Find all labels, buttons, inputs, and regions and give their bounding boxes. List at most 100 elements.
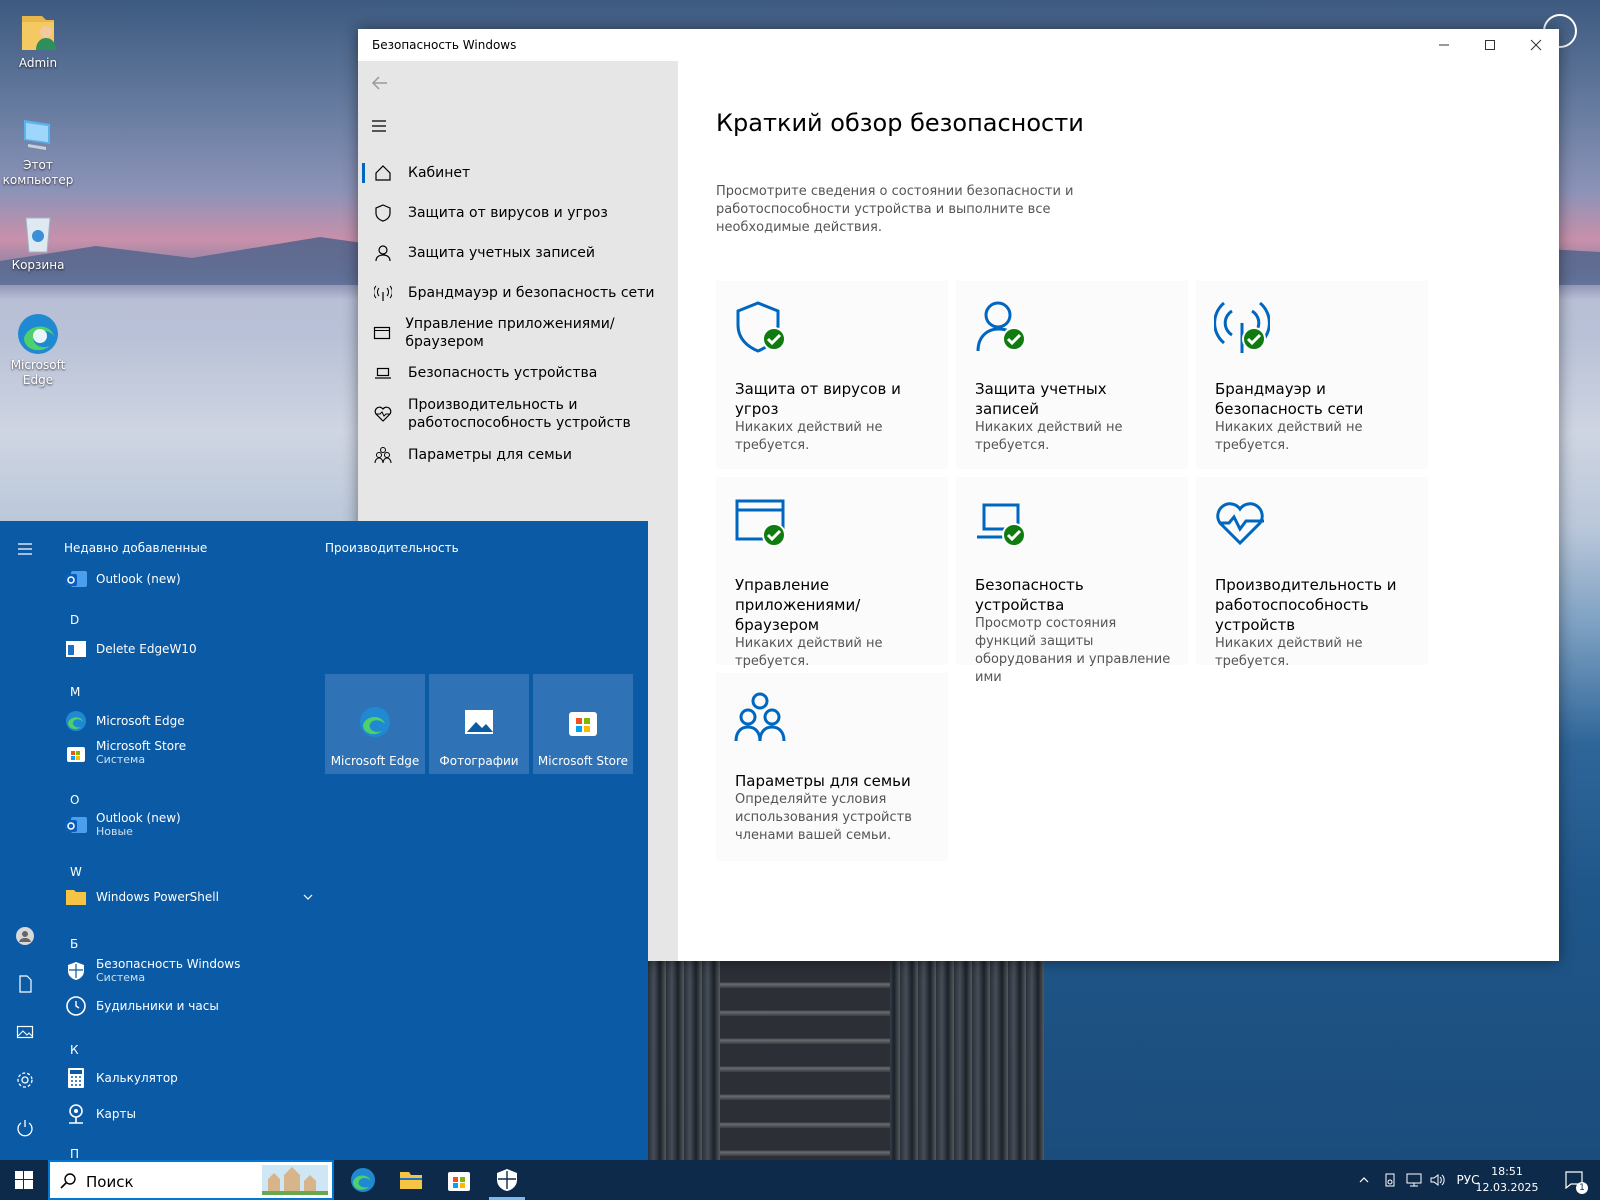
- card-desc: Никаких действий не требуется.: [975, 420, 1123, 453]
- taskbar-edge[interactable]: [339, 1160, 387, 1200]
- letter-header[interactable]: W: [70, 865, 82, 879]
- app-outlook-new-recent[interactable]: Outlook (new): [64, 563, 304, 595]
- card-desc: Никаких действий не требуется.: [1215, 636, 1363, 669]
- maximize-button[interactable]: [1467, 29, 1513, 61]
- network-icon: [1406, 1173, 1422, 1187]
- taskbar-clock[interactable]: 18:51 12.03.2025: [1474, 1164, 1540, 1196]
- tiles-group-header[interactable]: Производительность: [325, 541, 459, 555]
- letter-header[interactable]: M: [70, 685, 80, 699]
- outlook-icon: [64, 567, 88, 591]
- card-account-protection[interactable]: Защита учетных записей Никаких действий …: [956, 281, 1188, 469]
- hamburger-icon: [18, 543, 32, 555]
- card-title: Защита учетных записей: [975, 380, 1107, 418]
- folder-icon: [64, 885, 88, 909]
- title-bar[interactable]: Безопасность Windows: [358, 29, 1559, 61]
- tile-microsoft-edge[interactable]: Microsoft Edge: [325, 674, 425, 774]
- back-button[interactable]: [370, 73, 394, 97]
- app-maps[interactable]: Карты: [64, 1098, 304, 1130]
- nav-item-label: Параметры для семьи: [408, 447, 573, 463]
- map-pin-icon: [64, 1102, 88, 1126]
- person-icon: [358, 244, 408, 262]
- app-microsoft-edge[interactable]: Microsoft Edge: [64, 705, 304, 737]
- notification-center-button[interactable]: 1: [1554, 1160, 1594, 1200]
- nav-item-device-performance[interactable]: Производительность и работоспособность у…: [358, 393, 678, 435]
- start-rail: [0, 521, 50, 1161]
- tile-photos[interactable]: Фотографии: [429, 674, 529, 774]
- desktop-icon-edge[interactable]: Microsoft Edge: [0, 312, 76, 388]
- letter-header[interactable]: Б: [70, 937, 78, 951]
- app-calculator[interactable]: Калькулятор: [64, 1062, 304, 1094]
- power-button[interactable]: [13, 1116, 37, 1140]
- start-button[interactable]: [0, 1160, 48, 1200]
- document-icon: [19, 975, 32, 993]
- card-title-wrap: Защита учетных записей Никаких действий …: [975, 379, 1175, 455]
- letter-header[interactable]: O: [70, 793, 79, 807]
- browser-check-icon: [734, 495, 790, 551]
- card-desc: Никаких действий не требуется.: [735, 636, 883, 669]
- nav-item-virus-protection[interactable]: Защита от вирусов и угроз: [358, 193, 678, 233]
- person-check-icon: [974, 299, 1030, 355]
- app-outlook-new[interactable]: Outlook (new) Новые: [64, 809, 304, 841]
- family-icon: [358, 446, 408, 464]
- user-folder-icon: [16, 10, 60, 54]
- desktop-icon-recycle-bin[interactable]: Корзина: [0, 212, 76, 273]
- account-button[interactable]: [13, 924, 37, 948]
- window-title: Безопасность Windows: [372, 38, 517, 52]
- app-name: Будильники и часы: [96, 999, 219, 1013]
- tray-device-button[interactable]: [1378, 1160, 1402, 1200]
- nav-item-home[interactable]: Кабинет: [358, 153, 678, 193]
- nav-item-family[interactable]: Параметры для семьи: [358, 435, 678, 475]
- card-device-performance[interactable]: Производительность и работоспособность у…: [1196, 477, 1428, 669]
- expand-menu-button[interactable]: [13, 537, 37, 561]
- app-alarms-clock[interactable]: Будильники и часы: [64, 990, 304, 1022]
- tray-network-button[interactable]: [1402, 1160, 1426, 1200]
- taskbar-store[interactable]: [435, 1160, 483, 1200]
- documents-button[interactable]: [13, 972, 37, 996]
- hamburger-button[interactable]: [370, 117, 394, 141]
- nav-item-firewall[interactable]: Брандмауэр и безопасность сети: [358, 273, 678, 313]
- nav-item-device-security[interactable]: Безопасность устройства: [358, 353, 678, 393]
- settings-button[interactable]: [13, 1068, 37, 1092]
- close-button[interactable]: [1513, 29, 1559, 61]
- app-name: Microsoft Edge: [96, 714, 185, 728]
- card-device-security[interactable]: Безопасность устройства Просмотр состоян…: [956, 477, 1188, 685]
- card-virus-protection[interactable]: Защита от вирусов и угроз Никаких действ…: [716, 281, 948, 469]
- tray-overflow-button[interactable]: [1352, 1160, 1376, 1200]
- card-title-wrap: Брандмауэр и безопасность сети Никаких д…: [1215, 379, 1415, 455]
- search-box[interactable]: Поиск: [48, 1160, 334, 1200]
- desktop-icon-admin[interactable]: Admin: [0, 10, 76, 71]
- app-windows-powershell-folder[interactable]: Windows PowerShell: [64, 881, 314, 913]
- card-app-browser[interactable]: Управление приложениями/браузером Никаки…: [716, 477, 948, 669]
- nav-item-app-browser[interactable]: Управление приложениями/браузером: [358, 313, 678, 353]
- card-title-wrap: Производительность и работоспособность у…: [1215, 575, 1415, 671]
- nav-item-account-protection[interactable]: Защита учетных записей: [358, 233, 678, 273]
- taskbar-file-explorer[interactable]: [387, 1160, 435, 1200]
- app-delete-edge[interactable]: Delete EdgeW10: [64, 633, 304, 665]
- card-title-wrap: Безопасность устройства Просмотр состоян…: [975, 575, 1175, 687]
- card-firewall[interactable]: Брандмауэр и безопасность сети Никаких д…: [1196, 281, 1428, 469]
- store-icon: [567, 706, 599, 738]
- card-family[interactable]: Параметры для семьи Определяйте условия …: [716, 673, 948, 861]
- heart-pulse-icon: [1214, 495, 1270, 551]
- tile-microsoft-store[interactable]: Microsoft Store: [533, 674, 633, 774]
- desktop-icon-this-pc[interactable]: Этот компьютер: [0, 112, 76, 188]
- tray-volume-button[interactable]: [1426, 1160, 1450, 1200]
- letter-header[interactable]: D: [70, 613, 79, 627]
- taskbar-windows-security[interactable]: [483, 1160, 531, 1200]
- minimize-button[interactable]: [1421, 29, 1467, 61]
- card-title: Защита от вирусов и угроз: [735, 380, 901, 418]
- app-name: Windows PowerShell: [96, 890, 219, 904]
- tile-label: Microsoft Store: [537, 754, 629, 768]
- tile-label: Фотографии: [439, 754, 519, 768]
- app-windows-security[interactable]: Безопасность Windows Система: [64, 955, 304, 987]
- letter-header[interactable]: П: [70, 1147, 79, 1161]
- app-microsoft-store[interactable]: Microsoft Store Система: [64, 737, 304, 769]
- letter-header[interactable]: К: [70, 1043, 79, 1057]
- app-name: Microsoft Store: [96, 739, 187, 753]
- calculator-icon: [64, 1066, 88, 1090]
- user-avatar-icon: [16, 927, 34, 945]
- pictures-button[interactable]: [13, 1020, 37, 1044]
- card-title: Управление приложениями/браузером: [735, 576, 861, 634]
- minimize-icon: [1439, 44, 1449, 46]
- desktop-icon-label: Этот компьютер: [2, 158, 74, 187]
